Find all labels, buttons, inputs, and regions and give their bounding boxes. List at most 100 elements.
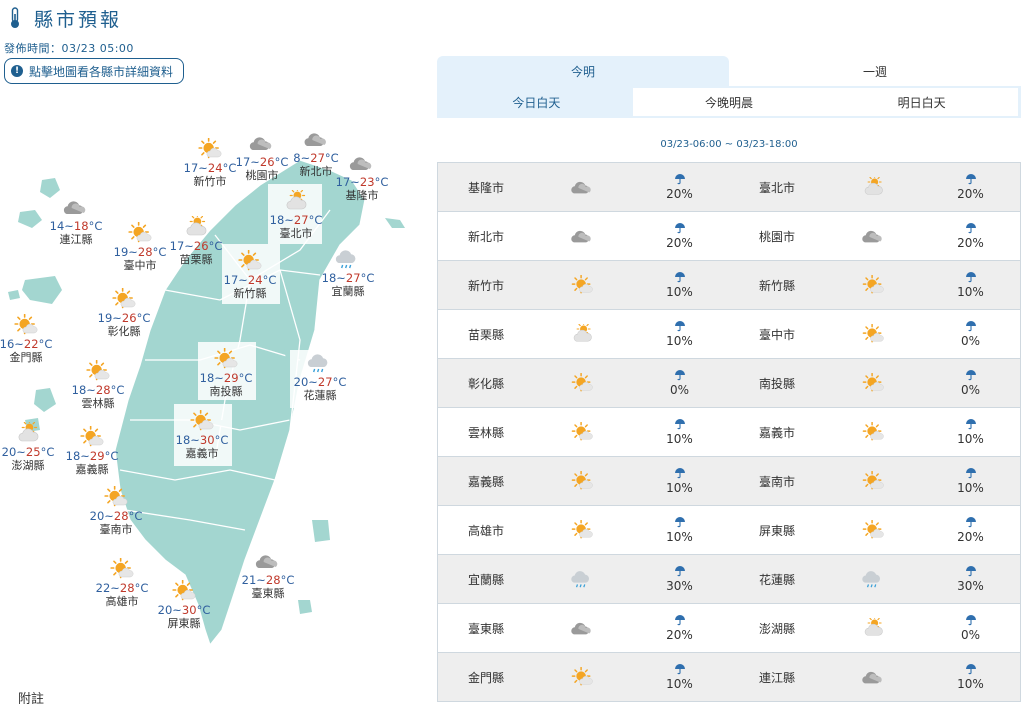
sun-cloud-icon (571, 422, 593, 441)
map-city-11[interactable]: 16~22°C 金門縣 (0, 313, 52, 365)
map-city-0[interactable]: 17~24°C 新竹市 (184, 137, 236, 189)
temp-unit: °C (152, 245, 167, 259)
map-city-13[interactable]: 20~27°C 花蓮縣 (294, 352, 347, 403)
forecast-cell[interactable]: 雲林縣 10% (438, 408, 729, 456)
umbrella-icon (965, 370, 976, 381)
low-temp: 17 (223, 273, 239, 287)
temperature-range: 18~29°C (200, 371, 253, 385)
city-name: 南投縣 (209, 385, 243, 398)
cloud-icon (571, 181, 591, 194)
forecast-cell[interactable]: 高雄市 10% (438, 506, 729, 554)
map-city-19[interactable]: 22~28°C 高雄市 (96, 557, 148, 609)
temp-separator: ~ (104, 509, 114, 523)
forecast-cell[interactable]: 連江縣 10% (729, 653, 1020, 701)
forecast-cell[interactable]: 基隆市 20% (438, 163, 729, 211)
map-city-10[interactable]: 19~26°C 彰化縣 (98, 287, 150, 339)
table-row: 宜蘭縣 30% 花蓮縣 30% (438, 555, 1020, 604)
tab-today-tomorrow[interactable]: 今明 (437, 56, 729, 86)
low-temp: 18 (199, 371, 215, 385)
map-city-7[interactable]: 17~26°C 苗栗縣 (170, 213, 222, 267)
map-city-6[interactable]: 19~28°C 臺中市 (114, 221, 167, 273)
forecast-cell[interactable]: 澎湖縣 0% (729, 604, 1020, 652)
umbrella-icon (674, 517, 685, 528)
taiwan-map[interactable]: 17~24°C 新竹市 17~26°C 桃園市 8~27°C 新北市 17~23°C 基隆市 1… (0, 100, 420, 700)
tab-today-day[interactable]: 今日白天 (440, 88, 633, 116)
tab-tonight[interactable]: 今晚明晨 (632, 88, 826, 116)
map-city-9[interactable]: 18~27°C 宜蘭縣 (322, 248, 374, 299)
weather-icon-wrap (825, 569, 921, 589)
table-row: 高雄市 10% 屏東縣 20% (438, 506, 1020, 555)
rain-probability-value: 20% (666, 236, 693, 250)
umbrella-icon (674, 615, 685, 626)
forecast-cell[interactable]: 臺東縣 20% (438, 604, 729, 652)
city-name: 基隆市 (467, 180, 504, 195)
weather-icon-wrap (825, 324, 921, 344)
forecast-cell[interactable]: 嘉義市 10% (729, 408, 1020, 456)
temp-separator: ~ (238, 273, 248, 287)
city-name: 新北市 (299, 165, 333, 178)
map-city-12[interactable]: 18~29°C 南投縣 (200, 347, 253, 399)
temperature-range: 19~28°C (114, 245, 167, 259)
umbrella-icon (674, 223, 685, 234)
city-name: 臺中市 (758, 327, 795, 342)
tab-week[interactable]: 一週 (729, 56, 1021, 86)
rain-probability-value: 10% (957, 432, 984, 446)
temp-separator: ~ (350, 175, 360, 189)
time-range: 03/23-06:00 ~ 03/23-18:00 (660, 139, 798, 150)
map-city-3[interactable]: 17~23°C 基隆市 (336, 152, 388, 203)
forecast-panel: 今明 一週 今日白天 今晚明晨 明日白天 03/23-06:00 ~ 03/23… (437, 56, 1021, 702)
forecast-cell[interactable]: 南投縣 0% (729, 359, 1020, 407)
high-temp: 27 (310, 151, 325, 165)
map-city-4[interactable]: 18~27°C 臺北市 (270, 187, 322, 241)
map-city-5[interactable]: 14~18°C 連江縣 (50, 196, 102, 247)
umbrella-icon (965, 566, 976, 577)
city-name: 金門縣 (467, 670, 504, 685)
tab-tomorrow-day[interactable]: 明日白天 (825, 88, 1019, 116)
temperature-range: 17~26°C (236, 155, 289, 169)
forecast-cell[interactable]: 嘉義縣 10% (438, 457, 729, 505)
map-city-17[interactable]: 18~29°C 嘉義縣 (66, 425, 119, 477)
map-city-18[interactable]: 20~28°C 臺南市 (90, 485, 142, 537)
sun-cloud-icon (14, 313, 38, 335)
forecast-cell[interactable]: 臺中市 0% (729, 310, 1020, 358)
map-hint-button[interactable]: ! 點擊地圖看各縣市詳細資料 (4, 58, 185, 84)
rain-probability-value: 20% (666, 628, 693, 642)
umbrella-icon (674, 664, 685, 675)
temp-unit: °C (332, 375, 347, 389)
forecast-cell[interactable]: 新北市 20% (438, 212, 729, 260)
cloud-sun-icon (864, 177, 883, 195)
forecast-cell[interactable]: 宜蘭縣 30% (438, 555, 729, 603)
map-city-14[interactable]: 18~28°C 雲林縣 (72, 359, 124, 411)
map-city-1[interactable]: 17~26°C 桃園市 (236, 132, 289, 183)
map-city-15[interactable]: 18~30°C 嘉義市 (176, 409, 228, 461)
temperature-range: 18~29°C (66, 449, 119, 463)
sun-cloud-icon (238, 249, 262, 271)
forecast-cell[interactable]: 花蓮縣 30% (729, 555, 1020, 603)
map-city-2[interactable]: 8~27°C 新北市 (293, 128, 339, 179)
page-header: 縣市預報 (8, 4, 122, 32)
map-city-21[interactable]: 21~28°C 臺東縣 (242, 550, 294, 601)
map-city-16[interactable]: 20~25°C 澎湖縣 (2, 419, 54, 473)
forecast-cell[interactable]: 屏東縣 20% (729, 506, 1020, 554)
rain-probability: 0% (921, 614, 1020, 642)
forecast-cell[interactable]: 新竹市 10% (438, 261, 729, 309)
forecast-cell[interactable]: 臺南市 10% (729, 457, 1020, 505)
weather-icon-wrap (534, 226, 630, 246)
umbrella-icon (965, 321, 976, 332)
map-city-8[interactable]: 17~24°C 新竹縣 (223, 249, 276, 301)
high-temp: 29 (89, 449, 105, 463)
forecast-cell[interactable]: 苗栗縣 10% (438, 310, 729, 358)
temp-separator: ~ (110, 581, 120, 595)
cloud-icon (862, 671, 882, 684)
map-city-20[interactable]: 20~30°C 屏東縣 (158, 579, 210, 631)
forecast-cell[interactable]: 金門縣 10% (438, 653, 729, 701)
forecast-cell[interactable]: 新竹縣 10% (729, 261, 1020, 309)
temp-separator: ~ (214, 371, 224, 385)
forecast-cell[interactable]: 彰化縣 0% (438, 359, 729, 407)
forecast-cell[interactable]: 桃園市 20% (729, 212, 1020, 260)
city-name: 臺中市 (123, 259, 157, 272)
rain-probability-value: 30% (666, 579, 693, 593)
forecast-cell[interactable]: 臺北市 20% (729, 163, 1020, 211)
sun-cloud-icon (104, 485, 128, 507)
city-name: 宜蘭縣 (467, 572, 504, 587)
